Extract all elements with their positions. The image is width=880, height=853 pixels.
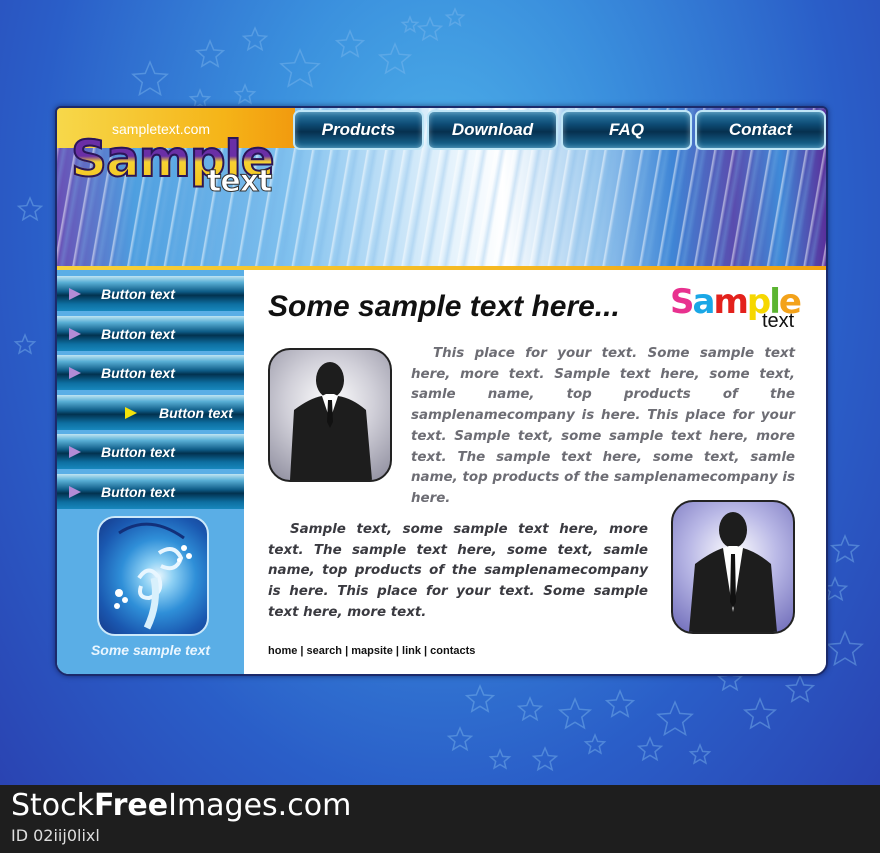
sidebar-button-6[interactable]: Button text <box>57 473 244 509</box>
star-icon <box>446 726 474 752</box>
sidebar: Button text Button text Button text Butt… <box>57 270 244 674</box>
person-avatar-1 <box>268 348 392 482</box>
watermark-bold: Free <box>94 788 169 823</box>
star-icon <box>377 42 413 75</box>
brand-logo-sub: text <box>762 310 795 332</box>
person-avatar-2 <box>671 500 795 634</box>
star-icon <box>400 15 420 34</box>
watermark-title: StockFreeImages.com <box>11 788 351 823</box>
star-icon <box>557 697 593 730</box>
star-icon <box>241 26 269 52</box>
star-icon <box>488 748 512 770</box>
star-icon <box>464 684 496 713</box>
watermark-suffix: Images.com <box>168 788 352 823</box>
decorative-swirl-image <box>97 516 209 636</box>
brand-letter: m <box>713 282 748 322</box>
swirl-icon <box>114 522 192 630</box>
page-title: Some sample text here... <box>268 290 620 323</box>
star-icon <box>531 746 559 772</box>
star-icon <box>688 743 712 765</box>
brand-letter: S <box>670 282 694 322</box>
sidebar-button-label: Button text <box>101 365 175 381</box>
star-icon <box>233 83 257 105</box>
watermark-bar: StockFreeImages.com ID 02iij0lixl <box>0 785 880 853</box>
triangle-right-icon <box>69 367 81 379</box>
star-icon <box>604 689 636 718</box>
link-separator: | <box>297 645 307 657</box>
header-banner: sampletext.com Sample text Products Down… <box>57 108 826 270</box>
triangle-right-icon <box>125 406 137 419</box>
sidebar-button-1[interactable]: Button text <box>57 276 244 311</box>
sidebar-button-label: Button text <box>101 286 175 302</box>
sidebar-button-2[interactable]: Button text <box>57 315 244 351</box>
watermark-id: ID 02iij0lixl <box>11 826 100 845</box>
footer-link-search[interactable]: search <box>307 645 342 657</box>
nav-download[interactable]: Download <box>427 110 558 150</box>
triangle-right-icon <box>69 327 81 340</box>
triangle-right-icon <box>69 288 81 300</box>
paragraph-2: Sample text, some sample text here, more… <box>268 522 648 620</box>
brand-letter: a <box>692 282 716 322</box>
star-icon <box>516 696 544 722</box>
triangle-right-icon <box>69 446 81 458</box>
paragraph-1: This place for your text. Some sample te… <box>411 346 795 506</box>
nav-contact[interactable]: Contact <box>695 110 826 150</box>
star-icon <box>583 733 607 755</box>
sidebar-button-label: Button text <box>101 444 175 460</box>
person-silhouette-icon <box>689 512 777 632</box>
watermark-prefix: Stock <box>11 788 95 823</box>
sidebar-caption: Some sample text <box>90 642 211 658</box>
star-icon <box>742 697 778 730</box>
footer-link-contacts[interactable]: contacts <box>430 645 475 657</box>
triangle-right-icon <box>69 485 81 498</box>
sidebar-button-5[interactable]: Button text <box>57 434 244 469</box>
star-icon <box>444 7 466 27</box>
logo-sub-text: text <box>206 164 272 200</box>
top-navigation: Products Download FAQ Contact <box>293 110 826 150</box>
person-silhouette-icon <box>290 362 372 480</box>
star-icon <box>826 630 864 667</box>
star-icon <box>131 60 169 97</box>
link-separator: | <box>392 645 403 657</box>
footer-link-link[interactable]: link <box>402 645 421 657</box>
footer-link-mapsite[interactable]: mapsite <box>351 645 393 657</box>
star-icon <box>636 736 664 762</box>
nav-faq[interactable]: FAQ <box>561 110 692 150</box>
star-icon <box>279 48 321 88</box>
sidebar-button-label: Button text <box>101 483 175 500</box>
website-template-frame: sampletext.com Sample text Products Down… <box>55 106 828 676</box>
star-icon <box>656 700 694 737</box>
sidebar-button-3[interactable]: Button text <box>57 355 244 390</box>
sidebar-button-label: Button text <box>101 325 175 342</box>
main-content: Some sample text here... Sample text Thi… <box>244 270 826 674</box>
link-separator: | <box>420 645 431 657</box>
star-icon <box>334 29 366 58</box>
link-separator: | <box>342 645 352 657</box>
star-icon <box>416 16 444 42</box>
star-icon <box>829 534 861 563</box>
star-icon <box>194 39 226 68</box>
sidebar-button-4-active[interactable]: Button text <box>57 394 244 430</box>
star-icon <box>16 196 44 222</box>
star-icon <box>13 333 37 355</box>
sidebar-button-label: Button text <box>159 404 233 421</box>
nav-products[interactable]: Products <box>293 110 424 150</box>
footer-links: home | search | mapsite | link | contact… <box>268 645 475 657</box>
star-icon <box>784 674 816 703</box>
footer-link-home[interactable]: home <box>268 645 297 657</box>
